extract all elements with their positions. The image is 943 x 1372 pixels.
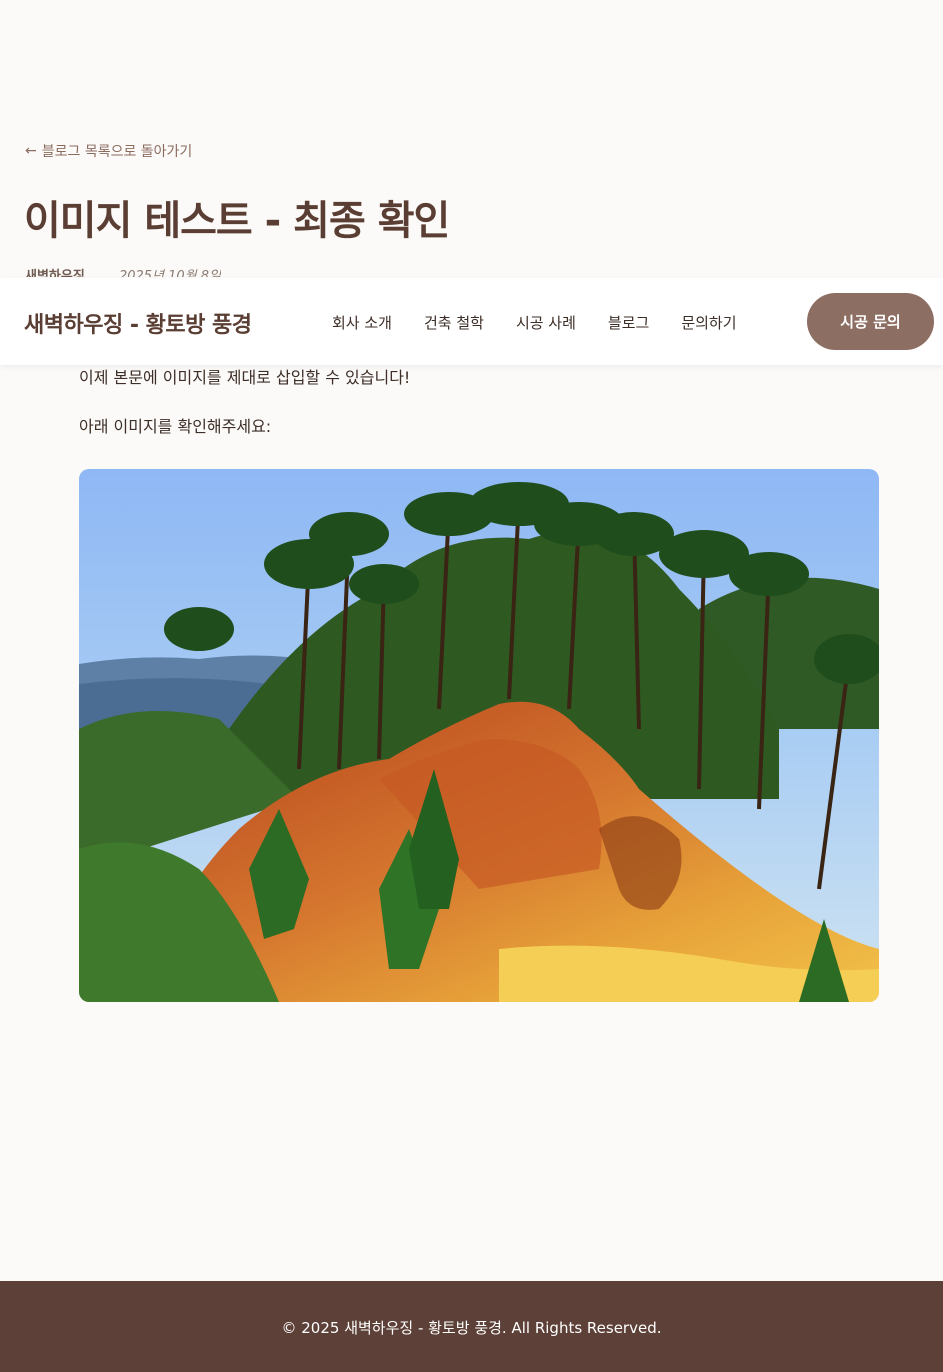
site-header: 새벽하우징 - 황토방 풍경 회사 소개 건축 철학 시공 사례 블로그 문의하… bbox=[0, 278, 943, 365]
back-to-blog-link[interactable]: ← 블로그 목록으로 돌아가기 bbox=[25, 141, 192, 161]
post-paragraph: 아래 이미지를 확인해주세요: bbox=[79, 417, 272, 436]
site-footer: © 2025 새벽하우징 - 황토방 풍경. All Rights Reserv… bbox=[0, 1281, 943, 1372]
nav-item-philosophy[interactable]: 건축 철학 bbox=[424, 312, 484, 333]
arrow-left-icon: ← bbox=[25, 143, 37, 159]
nav-item-blog[interactable]: 블로그 bbox=[608, 312, 649, 333]
post-paragraph: 이제 본문에 이미지를 제대로 삽입할 수 있습니다! bbox=[79, 368, 411, 387]
nav-item-contact[interactable]: 문의하기 bbox=[681, 312, 736, 333]
nav-item-about[interactable]: 회사 소개 bbox=[332, 312, 392, 333]
post-image bbox=[79, 469, 879, 1002]
post-meta: 새벽하우징 2025년 10월 8일 bbox=[25, 265, 221, 277]
landscape-photo-icon bbox=[79, 469, 879, 1002]
main-nav: 회사 소개 건축 철학 시공 사례 블로그 문의하기 bbox=[332, 312, 737, 333]
back-link-label: 블로그 목록으로 돌아가기 bbox=[41, 144, 193, 160]
brand-logo[interactable]: 새벽하우징 - 황토방 풍경 bbox=[24, 307, 252, 339]
nav-item-portfolio[interactable]: 시공 사례 bbox=[516, 312, 576, 333]
construction-inquiry-button[interactable]: 시공 문의 bbox=[807, 293, 934, 350]
post-title: 이미지 테스트 - 최종 확인 bbox=[24, 198, 450, 244]
copyright-text: © 2025 새벽하우징 - 황토방 풍경. All Rights Reserv… bbox=[281, 1319, 662, 1337]
post-date: 2025년 10월 8일 bbox=[118, 269, 221, 277]
post-author: 새벽하우징 bbox=[25, 269, 85, 277]
